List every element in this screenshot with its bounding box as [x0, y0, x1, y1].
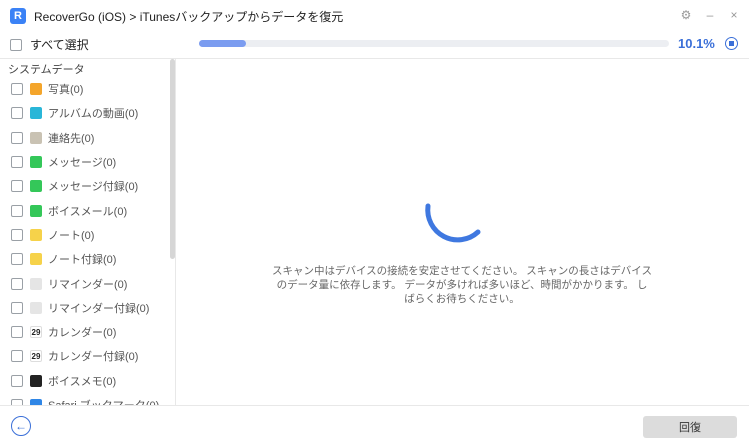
category-checkbox[interactable] [11, 301, 23, 314]
select-all-checkbox[interactable]: すべて選択 [10, 36, 89, 53]
category-item[interactable]: アルバムの動画(0) [0, 101, 170, 125]
category-label: ボイスメール(0) [48, 205, 128, 218]
notes-attachments-icon [30, 253, 42, 266]
category-label: 写真(0) [48, 84, 84, 97]
stop-scan-button[interactable] [725, 37, 738, 50]
category-item[interactable]: 29 カレンダー付録(0) [0, 344, 170, 368]
calendar-icon: 29 [30, 326, 42, 339]
category-checkbox[interactable] [11, 326, 23, 339]
category-label: カレンダー付録(0) [48, 351, 139, 364]
category-item[interactable]: 連絡先(0) [0, 126, 170, 150]
arrow-left-icon: ← [15, 419, 27, 433]
voice-memos-icon [30, 374, 42, 387]
sidebar-scrollbar[interactable] [170, 59, 175, 259]
category-label: 連絡先(0) [48, 132, 95, 145]
category-label: カレンダー(0) [48, 327, 117, 340]
category-label: メッセージ(0) [48, 157, 117, 170]
close-icon[interactable]: × [727, 8, 741, 22]
section-title-system-data: システムデータ [8, 64, 85, 76]
reminders-icon [30, 277, 42, 290]
calendar-attachments-icon: 29 [30, 350, 42, 363]
category-item[interactable]: リマインダー(0) [0, 271, 170, 295]
select-all-box[interactable] [10, 38, 22, 51]
category-item[interactable]: ボイスメモ(0) [0, 369, 170, 393]
category-item[interactable]: メッセージ(0) [0, 150, 170, 174]
photos-icon [30, 83, 42, 96]
stop-icon [729, 41, 734, 46]
category-checkbox[interactable] [11, 107, 23, 120]
window-title: RecoverGo (iOS) > iTunesバックアップからデータを復元 [34, 9, 344, 24]
scan-progress-bar [199, 40, 669, 47]
category-checkbox[interactable] [11, 131, 23, 144]
category-checkbox[interactable] [11, 228, 23, 241]
category-item[interactable]: リマインダー付録(0) [0, 296, 170, 320]
category-label: リマインダー付録(0) [48, 302, 150, 315]
category-label: Safari ブックマーク(0) [48, 397, 159, 405]
contacts-icon [30, 131, 42, 144]
category-item[interactable]: ボイスメール(0) [0, 198, 170, 222]
voicemail-icon [30, 204, 42, 217]
category-sidebar: システムデータ 写真(0) アルバムの動画(0) 連絡先(0) メッセージ(0) メッセ… [0, 59, 176, 405]
category-checkbox[interactable] [11, 253, 23, 266]
window-controls: ⚙ – × [679, 8, 741, 22]
category-item[interactable]: ノート付録(0) [0, 247, 170, 271]
reminders-attachments-icon [30, 301, 42, 314]
category-checkbox[interactable] [11, 204, 23, 217]
recover-button[interactable]: 回復 [643, 416, 737, 438]
app-logo-icon: R [10, 8, 26, 24]
category-checkbox[interactable] [11, 156, 23, 169]
category-checkbox[interactable] [11, 180, 23, 193]
category-label: メッセージ付録(0) [48, 181, 139, 194]
back-button[interactable]: ← [11, 416, 31, 436]
category-checkbox[interactable] [11, 374, 23, 387]
notes-icon [30, 228, 42, 241]
scan-progress-percent: 10.1% [678, 36, 715, 51]
category-item[interactable]: Safari ブックマーク(0) [0, 393, 170, 405]
loading-spinner-icon [425, 203, 481, 243]
category-label: ノート(0) [48, 229, 95, 242]
category-item[interactable]: メッセージ付録(0) [0, 174, 170, 198]
scan-status-message: スキャン中はデバイスの接続を安定させてください。 スキャンの長さはデバイスのデー… [272, 265, 652, 305]
category-label: ノート付録(0) [48, 254, 117, 267]
minimize-icon[interactable]: – [703, 8, 717, 22]
settings-icon[interactable]: ⚙ [679, 8, 693, 22]
category-item[interactable]: ノート(0) [0, 223, 170, 247]
video-icon [30, 107, 42, 120]
category-label: リマインダー(0) [48, 278, 128, 291]
category-list: 写真(0) アルバムの動画(0) 連絡先(0) メッセージ(0) メッセージ付録(0) ボ… [0, 77, 170, 405]
category-checkbox[interactable] [11, 83, 23, 96]
bottom-divider [0, 405, 749, 406]
category-checkbox[interactable] [11, 350, 23, 363]
select-all-label: すべて選択 [30, 38, 89, 52]
title-bar: R RecoverGo (iOS) > iTunesバックアップからデータを復元… [0, 0, 749, 32]
category-label: ボイスメモ(0) [48, 375, 117, 388]
category-item[interactable]: 29 カレンダー(0) [0, 320, 170, 344]
message-attachments-icon [30, 180, 42, 193]
category-label: アルバムの動画(0) [48, 108, 139, 121]
category-checkbox[interactable] [11, 277, 23, 290]
messages-icon [30, 156, 42, 169]
scan-progress-fill [199, 40, 247, 47]
category-item[interactable]: 写真(0) [0, 77, 170, 101]
